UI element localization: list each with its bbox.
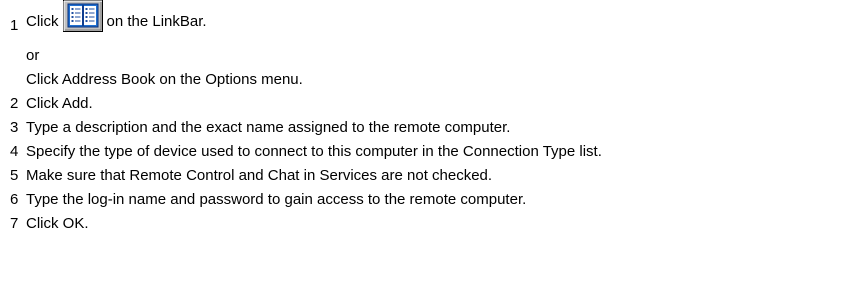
step-text: Make sure that Remote Control and Chat i… [26,167,493,184]
step-text: Click Add. [26,95,93,112]
step-text: Click OK. [26,215,89,232]
step-1-alternative: Click Address Book on the Options menu. [10,68,850,92]
address-book-icon [62,0,103,32]
step-number: 4 [10,143,19,160]
step-7: 7 Click OK. [10,212,850,236]
step-4: 4 Specify the type of device used to con… [10,140,850,164]
step-number: 3 [10,119,19,136]
or-label: or [26,47,40,64]
step-6: 6 Type the log-in name and password to g… [10,188,850,212]
step-number: 2 [10,95,19,112]
step-text: Type the log-in name and password to gai… [26,191,527,208]
step-text: Type a description and the exact name as… [26,119,511,136]
step-1-prefix: Click [26,13,59,30]
step-text: Specify the type of device used to conne… [26,143,602,160]
step-number: 1 [10,17,19,34]
step-text: Click on the LinkBar. [26,0,207,38]
step-1: 1 Click on the LinkBar. [10,0,850,44]
step-number: 5 [10,167,19,184]
step-1-alternative-text: Click Address Book on the Options menu. [26,71,303,88]
instruction-list: 1 Click on the LinkBar. or Click Address… [10,0,850,236]
step-5: 5 Make sure that Remote Control and Chat… [10,164,850,188]
step-number: 7 [10,215,19,232]
step-2: 2 Click Add. [10,92,850,116]
step-3: 3 Type a description and the exact name … [10,116,850,140]
step-1-or: or [10,44,850,68]
step-number: 6 [10,191,19,208]
step-1-suffix: on the LinkBar. [106,13,207,30]
